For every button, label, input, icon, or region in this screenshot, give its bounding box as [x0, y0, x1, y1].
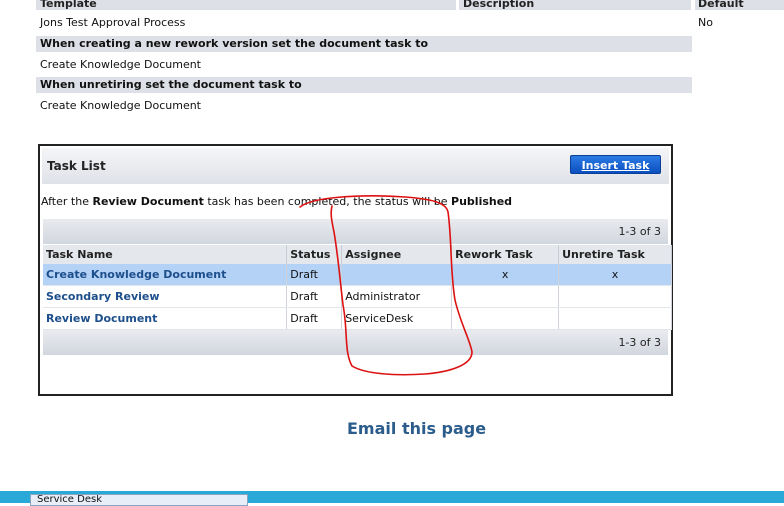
task-list-title: Task List — [47, 159, 106, 173]
task-name-link[interactable]: Create Knowledge Document — [43, 264, 288, 286]
col-task-name[interactable]: Task Name — [43, 245, 288, 264]
pager-bottom: 1-3 of 3 — [43, 330, 668, 355]
task-rework-flag — [451, 285, 560, 308]
taskbar: Service Desk — [0, 491, 784, 506]
col-assignee[interactable]: Assignee — [341, 245, 453, 264]
task-assignee: Administrator — [341, 285, 453, 308]
insert-task-button[interactable]: Insert Task — [570, 155, 661, 174]
task-name-link[interactable]: Secondary Review — [43, 285, 288, 308]
task-status: Draft — [286, 264, 343, 286]
default-column-label: Default — [698, 0, 744, 10]
task-rework-flag: x — [451, 264, 560, 286]
col-unretire-task[interactable]: Unretire Task — [558, 245, 672, 264]
pager-top: 1-3 of 3 — [43, 219, 668, 244]
taskbar-item-service-desk[interactable]: Service Desk — [30, 494, 248, 506]
table-row[interactable]: Secondary Review Draft Administrator — [43, 285, 672, 308]
template-header-band — [36, 0, 456, 10]
rework-section-title: When creating a new rework version set t… — [36, 36, 692, 52]
desc-middle: task has been completed, the status will… — [203, 195, 452, 208]
task-table: Task Name Status Assignee Rework Task Un… — [43, 245, 672, 330]
col-rework-task[interactable]: Rework Task — [451, 245, 560, 264]
unretire-section-title: When unretiring set the document task to — [36, 77, 692, 93]
desc-status: Published — [451, 195, 513, 208]
table-row[interactable]: Review Document Draft ServiceDesk — [43, 307, 672, 330]
template-column-label: Template — [40, 0, 97, 10]
task-unretire-flag: x — [558, 264, 672, 286]
desc-task-name: Review Document — [92, 195, 204, 208]
description-column-label: Description — [463, 0, 535, 10]
task-list-description: After the Review Document task has been … — [41, 195, 512, 208]
task-name-link[interactable]: Review Document — [43, 307, 288, 330]
default-value: No — [698, 16, 713, 29]
unretire-section-value: Create Knowledge Document — [40, 99, 201, 112]
template-value: Jons Test Approval Process — [40, 16, 186, 29]
desc-prefix: After the — [41, 195, 93, 208]
rework-section-value: Create Knowledge Document — [40, 58, 201, 71]
task-assignee: ServiceDesk — [341, 307, 453, 330]
task-status: Draft — [286, 307, 343, 330]
pager-count: 1-3 of 3 — [618, 336, 661, 349]
task-list-header: Task List Insert Task — [42, 148, 669, 184]
task-list-panel: Task List Insert Task After the Review D… — [38, 144, 673, 396]
task-table-header-row: Task Name Status Assignee Rework Task Un… — [43, 245, 672, 264]
task-rework-flag — [451, 307, 560, 330]
task-status: Draft — [286, 285, 343, 308]
task-assignee — [341, 264, 453, 286]
task-unretire-flag — [558, 285, 672, 308]
col-status[interactable]: Status — [286, 245, 343, 264]
pager-count: 1-3 of 3 — [618, 225, 661, 238]
task-unretire-flag — [558, 307, 672, 330]
email-page-link[interactable]: Email this page — [347, 419, 486, 438]
table-row[interactable]: Create Knowledge Document Draft x x — [43, 264, 672, 286]
